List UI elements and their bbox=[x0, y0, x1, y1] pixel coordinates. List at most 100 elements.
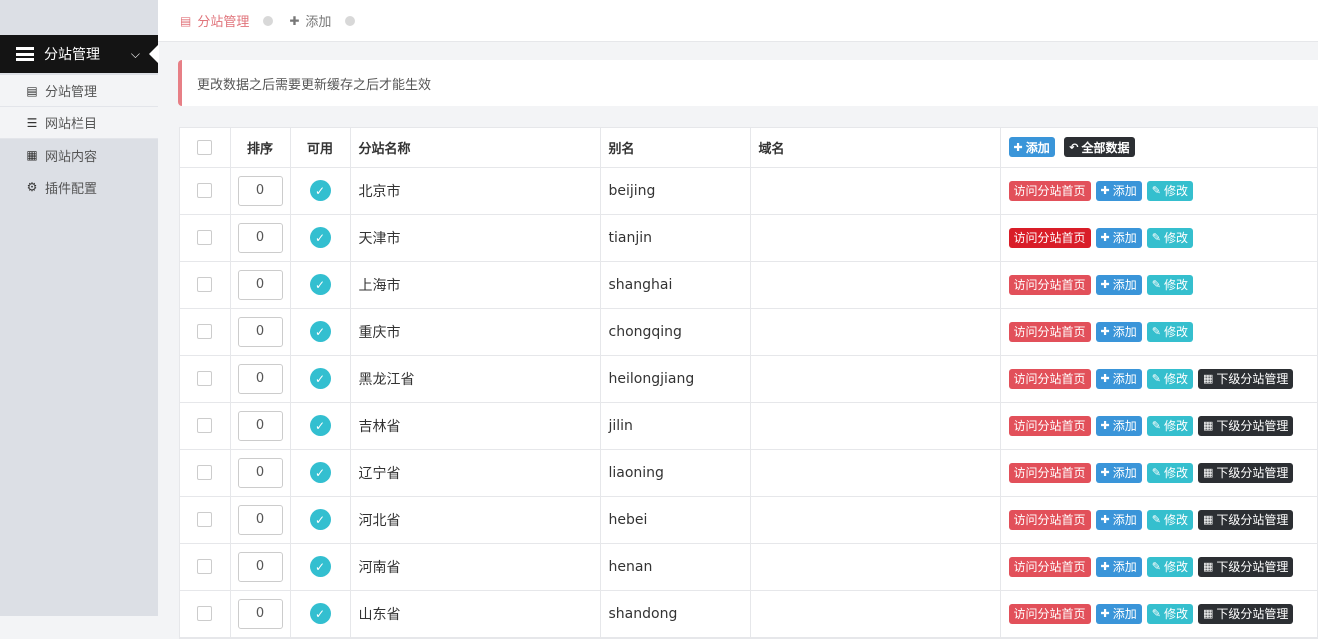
check-circle-icon[interactable]: ✓ bbox=[309, 556, 331, 577]
sub-subsite-management-button[interactable]: ▦ 下级分站管理 bbox=[1197, 368, 1294, 389]
sidebar-item-subsite-management[interactable]: ▤ 分站管理 bbox=[0, 75, 158, 107]
edit-icon: ✎ bbox=[1151, 325, 1161, 338]
check-circle-icon[interactable]: ✓ bbox=[309, 321, 331, 342]
sidebar-item-label: 分站管理 bbox=[45, 85, 98, 100]
check-circle-icon[interactable]: ✓ bbox=[309, 462, 331, 483]
add-child-button[interactable]: ✚ 添加 bbox=[1095, 180, 1142, 201]
check-circle-icon[interactable]: ✓ bbox=[309, 180, 331, 201]
order-input[interactable]: 0 bbox=[237, 175, 283, 206]
check-circle-icon[interactable]: ✓ bbox=[309, 274, 331, 295]
visit-subsite-button[interactable]: 访问分站首页 bbox=[1008, 556, 1091, 577]
sidebar-item-site-columns[interactable]: ☰ 网站栏目 bbox=[0, 107, 158, 139]
row-checkbox[interactable] bbox=[197, 606, 213, 621]
order-cell: 0 bbox=[230, 308, 291, 356]
row-checkbox[interactable] bbox=[197, 512, 213, 527]
sidebar-item-plugin-config[interactable]: ⚙ 插件配置 bbox=[0, 171, 158, 203]
edit-button[interactable]: ✎ 修改 bbox=[1146, 556, 1193, 577]
visit-subsite-button[interactable]: 访问分站首页 bbox=[1008, 368, 1091, 389]
edit-button[interactable]: ✎ 修改 bbox=[1146, 509, 1193, 530]
row-checkbox[interactable] bbox=[197, 371, 213, 386]
tab-close-dot[interactable] bbox=[345, 15, 356, 26]
row-checkbox[interactable] bbox=[197, 277, 213, 292]
visit-subsite-button[interactable]: 访问分站首页 bbox=[1008, 415, 1091, 436]
order-cell: 0 bbox=[230, 590, 291, 638]
order-input[interactable]: 0 bbox=[237, 551, 283, 582]
plus-icon: ✚ bbox=[1100, 607, 1110, 620]
edit-button[interactable]: ✎ 修改 bbox=[1146, 321, 1193, 342]
header-enabled[interactable]: 可用 bbox=[290, 128, 351, 168]
sub-subsite-management-button[interactable]: ▦ 下级分站管理 bbox=[1197, 415, 1294, 436]
visit-subsite-button[interactable]: 访问分站首页 bbox=[1008, 509, 1091, 530]
check-circle-icon[interactable]: ✓ bbox=[309, 368, 331, 389]
edit-button[interactable]: ✎ 修改 bbox=[1146, 415, 1193, 436]
cog-icon: ⚙ bbox=[26, 180, 38, 194]
add-label: 添加 bbox=[1112, 419, 1137, 433]
check-circle-icon[interactable]: ✓ bbox=[309, 603, 331, 624]
edit-label: 修改 bbox=[1163, 419, 1188, 433]
order-input[interactable]: 0 bbox=[237, 598, 283, 629]
plus-icon: ✚ bbox=[1100, 372, 1110, 385]
header-domain[interactable]: 域名 bbox=[750, 128, 1001, 168]
chevron-down-icon[interactable]: ⌵ bbox=[131, 47, 140, 62]
enabled-cell: ✓ bbox=[290, 590, 351, 638]
select-all-checkbox[interactable] bbox=[197, 139, 213, 155]
add-child-button[interactable]: ✚ 添加 bbox=[1095, 321, 1142, 342]
order-input[interactable]: 0 bbox=[237, 222, 283, 253]
row-checkbox[interactable] bbox=[197, 418, 213, 433]
sub-subsite-management-button[interactable]: ▦ 下级分站管理 bbox=[1197, 556, 1294, 577]
edit-button[interactable]: ✎ 修改 bbox=[1146, 462, 1193, 483]
order-input[interactable]: 0 bbox=[237, 316, 283, 347]
tab-subsite-management[interactable]: ▤ 分站管理 bbox=[180, 11, 274, 30]
order-input[interactable]: 0 bbox=[237, 363, 283, 394]
row-checkbox[interactable] bbox=[197, 559, 213, 574]
header-name[interactable]: 分站名称 bbox=[350, 128, 601, 168]
visit-subsite-button[interactable]: 访问分站首页 bbox=[1008, 321, 1091, 342]
edit-button[interactable]: ✎ 修改 bbox=[1146, 368, 1193, 389]
tab-add[interactable]: ✚ 添加 bbox=[289, 11, 356, 30]
visit-subsite-button[interactable]: 访问分站首页 bbox=[1008, 274, 1091, 295]
sub-subsite-management-button[interactable]: ▦ 下级分站管理 bbox=[1197, 603, 1294, 624]
add-child-button[interactable]: ✚ 添加 bbox=[1095, 462, 1142, 483]
row-checkbox[interactable] bbox=[197, 230, 213, 245]
all-data-button[interactable]: ↶ 全部数据 bbox=[1064, 137, 1135, 158]
add-child-button[interactable]: ✚ 添加 bbox=[1095, 556, 1142, 577]
row-checkbox[interactable] bbox=[197, 465, 213, 480]
add-child-button[interactable]: ✚ 添加 bbox=[1095, 509, 1142, 530]
check-circle-icon[interactable]: ✓ bbox=[309, 509, 331, 530]
visit-subsite-button[interactable]: 访问分站首页 bbox=[1008, 603, 1091, 624]
visit-subsite-button[interactable]: 访问分站首页 bbox=[1008, 180, 1091, 201]
add-child-button[interactable]: ✚ 添加 bbox=[1095, 227, 1142, 248]
sub-subsite-management-button[interactable]: ▦ 下级分站管理 bbox=[1197, 462, 1294, 483]
add-child-button[interactable]: ✚ 添加 bbox=[1095, 603, 1142, 624]
order-input[interactable]: 0 bbox=[237, 269, 283, 300]
header-order[interactable]: 排序 bbox=[230, 128, 291, 168]
check-circle-icon[interactable]: ✓ bbox=[309, 227, 331, 248]
order-input[interactable]: 0 bbox=[237, 410, 283, 441]
enabled-cell: ✓ bbox=[290, 402, 351, 450]
add-button[interactable]: ✚ 添加 bbox=[1008, 137, 1055, 158]
row-checkbox[interactable] bbox=[197, 183, 213, 198]
sidebar-header-subsite-management[interactable]: 分站管理 ⌵ bbox=[0, 35, 159, 73]
header-alias[interactable]: 别名 bbox=[600, 128, 751, 168]
visit-label: 访问分站首页 bbox=[1013, 325, 1086, 339]
add-child-button[interactable]: ✚ 添加 bbox=[1095, 368, 1142, 389]
header-actions: ✚ 添加 ↶ 全部数据 bbox=[1000, 128, 1318, 168]
edit-button[interactable]: ✎ 修改 bbox=[1146, 227, 1193, 248]
sidebar-item-site-content[interactable]: ▦ 网站内容 bbox=[0, 139, 158, 171]
tab-close-dot[interactable] bbox=[263, 15, 274, 26]
visit-subsite-button[interactable]: 访问分站首页 bbox=[1008, 462, 1091, 483]
list-alt-icon: ▤ bbox=[180, 13, 192, 28]
sub-subsite-management-button[interactable]: ▦ 下级分站管理 bbox=[1197, 509, 1294, 530]
check-circle-icon[interactable]: ✓ bbox=[309, 415, 331, 436]
add-child-button[interactable]: ✚ 添加 bbox=[1095, 415, 1142, 436]
edit-button[interactable]: ✎ 修改 bbox=[1146, 603, 1193, 624]
add-child-button[interactable]: ✚ 添加 bbox=[1095, 274, 1142, 295]
order-input[interactable]: 0 bbox=[237, 457, 283, 488]
visit-subsite-button[interactable]: 访问分站首页 bbox=[1008, 227, 1091, 248]
row-checkbox[interactable] bbox=[197, 324, 213, 339]
edit-button[interactable]: ✎ 修改 bbox=[1146, 180, 1193, 201]
edit-button[interactable]: ✎ 修改 bbox=[1146, 274, 1193, 295]
order-input[interactable]: 0 bbox=[237, 504, 283, 535]
sub-label: 下级分站管理 bbox=[1216, 560, 1289, 574]
subsite-table: 排序 可用 分站名称 别名 域名 ✚ 添加 ↶ 全部数据 0 ✓ 北京市 beijing 访… bbox=[179, 127, 1318, 639]
